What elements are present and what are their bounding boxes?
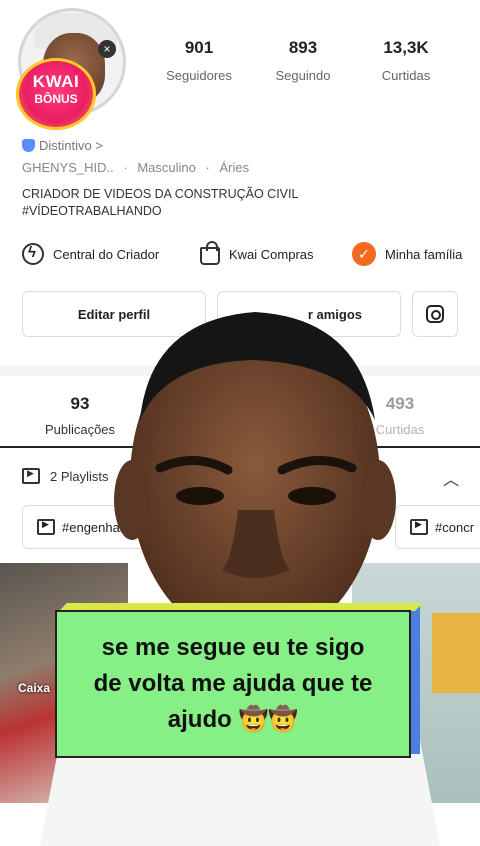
left-ear	[114, 460, 150, 540]
caption-line3: ajudo 🤠🤠	[167, 706, 299, 733]
caption-box: se me segue eu te sigo de volta me ajuda…	[55, 610, 411, 758]
caption-line1: se me segue eu te sigo	[101, 634, 365, 661]
right-eye	[288, 487, 336, 505]
left-eye	[176, 487, 224, 505]
caption-text: se me segue eu te sigo de volta me ajuda…	[94, 630, 373, 738]
caption-line2: de volta me ajuda que te	[93, 670, 373, 697]
right-ear	[360, 460, 396, 540]
